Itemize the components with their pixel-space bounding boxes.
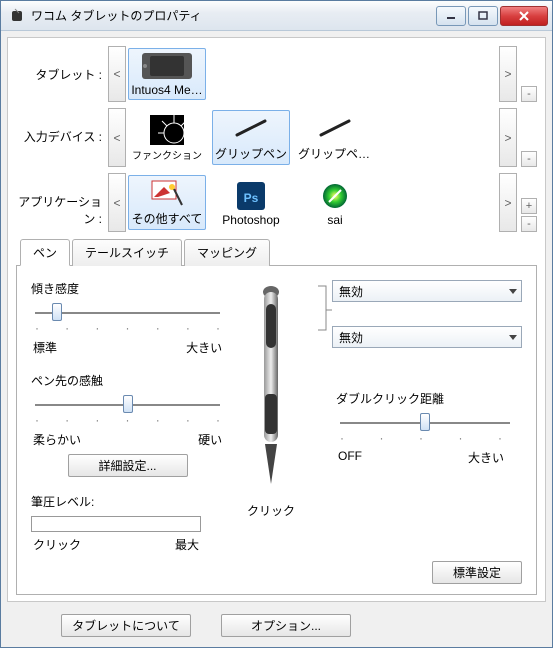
svg-text:Ps: Ps	[244, 191, 259, 205]
pressure-max-label: 最大	[175, 536, 199, 553]
inputdev-row-label: 入力デバイス :	[16, 108, 108, 167]
tip-label: ペン先の感触	[31, 372, 224, 389]
inputdev-item-grippen2[interactable]: グリップペン 2	[296, 110, 374, 165]
tab-bar: ペン テールスイッチ マッピング	[16, 238, 537, 266]
titlebar: ワコム タブレットのプロパティ	[1, 1, 552, 31]
inputdev-prev-button[interactable]: <	[108, 108, 126, 167]
functions-icon	[137, 115, 197, 145]
default-button[interactable]: 標準設定	[432, 561, 522, 584]
inputdev-item-label: グリップペン	[215, 145, 287, 162]
tablet-strip: Intuos4 Me…	[126, 46, 499, 102]
inputdev-next-button[interactable]: >	[499, 108, 517, 167]
inputdev-item-grippen[interactable]: グリップペン	[212, 110, 290, 165]
tablet-prev-button[interactable]: <	[108, 46, 126, 102]
dblclick-min-label: OFF	[338, 449, 362, 466]
tilt-label: 傾き感度	[31, 280, 224, 297]
tab-tailswitch[interactable]: テールスイッチ	[72, 239, 182, 266]
tablet-item[interactable]: Intuos4 Me…	[128, 48, 206, 100]
detail-button[interactable]: 詳細設定...	[68, 454, 188, 477]
app-item-label: sai	[327, 213, 342, 227]
tilt-min-label: 標準	[33, 339, 57, 356]
pressure-label: 筆圧レベル:	[31, 493, 224, 510]
tablet-item-label: Intuos4 Me…	[131, 83, 202, 97]
chevron-down-icon	[509, 335, 517, 340]
pen-click-label: クリック	[247, 502, 295, 519]
app-row-label: アプリケーション :	[16, 173, 108, 232]
pressure-bar	[31, 516, 201, 532]
photoshop-icon: Ps	[221, 181, 281, 211]
tablet-row-label: タブレット :	[16, 46, 108, 102]
tab-pen[interactable]: ペン	[20, 239, 70, 266]
close-button[interactable]	[500, 6, 548, 26]
dblclick-max-label: 大きい	[468, 449, 504, 466]
pen-icon	[305, 113, 365, 143]
tilt-max-label: 大きい	[186, 339, 222, 356]
inputdev-remove-button[interactable]: -	[521, 151, 537, 167]
app-icon	[9, 8, 25, 24]
chevron-down-icon	[509, 289, 517, 294]
bracket-decoration	[318, 280, 332, 372]
tip-min-label: 柔らかい	[33, 431, 81, 448]
app-next-button[interactable]: >	[499, 173, 517, 232]
app-item-photoshop[interactable]: Ps Photoshop	[212, 175, 290, 230]
app-item-label: その他すべて	[132, 210, 203, 227]
inputdev-item-functions[interactable]: ファンクション	[128, 110, 206, 165]
tablet-remove-button[interactable]: -	[521, 86, 537, 102]
lower-switch-combo[interactable]: 無効	[332, 326, 522, 348]
maximize-button[interactable]	[468, 6, 498, 26]
app-strip: その他すべて Ps Photoshop sai	[126, 173, 499, 232]
dblclick-label: ダブルクリック距離	[336, 390, 522, 407]
upper-switch-combo[interactable]: 無効	[332, 280, 522, 302]
tip-max-label: 硬い	[198, 431, 222, 448]
minimize-button[interactable]	[436, 6, 466, 26]
tip-slider[interactable]	[35, 395, 220, 413]
tablet-icon	[137, 51, 197, 81]
sai-icon	[305, 181, 365, 211]
about-button[interactable]: タブレットについて	[61, 614, 191, 637]
inputdev-item-label: ファンクション	[132, 147, 202, 162]
tablet-next-button[interactable]: >	[499, 46, 517, 102]
app-item-sai[interactable]: sai	[296, 175, 374, 230]
app-remove-button[interactable]: -	[521, 216, 537, 232]
allother-icon	[137, 178, 197, 208]
app-prev-button[interactable]: <	[108, 173, 126, 232]
inputdev-item-label: グリップペン 2	[298, 145, 372, 162]
inputdev-strip: ファンクション グリップペン グリップペン 2	[126, 108, 499, 167]
app-item-allother[interactable]: その他すべて	[128, 175, 206, 230]
tilt-slider[interactable]	[35, 303, 220, 321]
pen-icon	[221, 113, 281, 143]
tab-mapping[interactable]: マッピング	[184, 239, 270, 266]
pen-illustration-icon	[251, 284, 291, 494]
dblclick-slider[interactable]	[340, 413, 510, 431]
window-title: ワコム タブレットのプロパティ	[31, 7, 436, 24]
options-button[interactable]: オプション...	[221, 614, 351, 637]
app-item-label: Photoshop	[222, 213, 279, 227]
pressure-min-label: クリック	[33, 536, 81, 553]
app-add-button[interactable]: +	[521, 198, 537, 214]
